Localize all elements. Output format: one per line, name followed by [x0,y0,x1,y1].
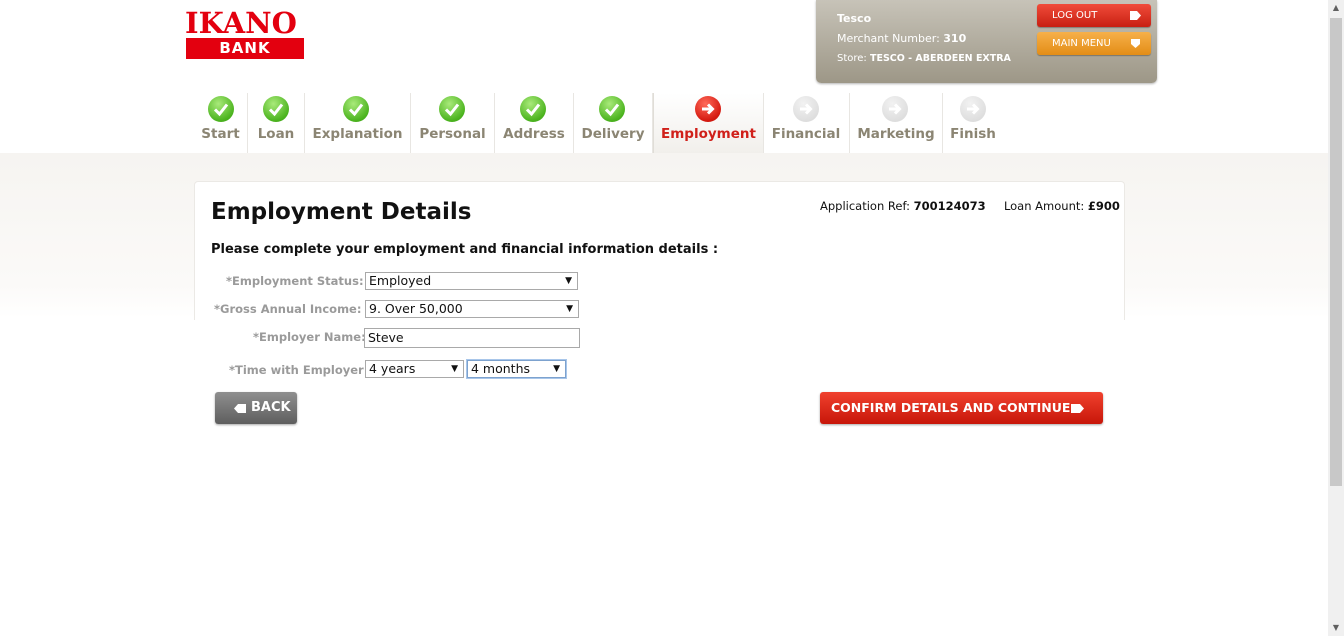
arrow-right-icon [960,96,986,122]
check-icon [208,96,234,122]
time-years-select[interactable]: 4 years ▼ [365,360,464,378]
step-personal: Personal [411,93,495,153]
scroll-down-arrow-icon[interactable]: ▼ [1328,620,1344,636]
step-label: Start [201,126,240,142]
back-label: BACK [251,400,291,415]
loan-amount-value: £900 [1087,199,1120,213]
step-delivery: Delivery [574,93,653,153]
main-menu-label: MAIN MENU [1052,38,1111,49]
check-icon [599,96,625,122]
employment-status-value: Employed [369,273,432,288]
check-icon [439,96,465,122]
merchant-store-value: TESCO - ABERDEEN EXTRA [870,53,1011,64]
step-label: Address [503,126,565,142]
logo-wordmark: IKANO [185,6,297,40]
dropdown-arrow-icon: ▼ [451,364,458,374]
scroll-up-arrow-icon[interactable]: ▲ [1328,0,1344,16]
loan-amount-label: Loan Amount: [1003,199,1085,213]
step-label: Marketing [857,126,935,142]
confirm-label: CONFIRM DETAILS AND CONTINUE [831,400,1071,415]
step-label: Explanation [312,126,403,142]
employment-status-select[interactable]: Employed ▼ [365,272,578,290]
app-ref-label: Application Ref: [820,199,910,213]
step-start: Start [194,93,248,153]
check-icon [343,96,369,122]
step-label: Delivery [581,126,645,142]
merchant-number-label: Merchant Number: [837,32,940,45]
employer-name-label: *Employer Name: [253,330,366,344]
dropdown-arrow-icon: ▼ [565,276,572,286]
logout-label: LOG OUT [1052,10,1098,21]
back-arrow-icon [234,404,246,413]
logo-subtext: BANK [186,38,304,59]
main-menu-button[interactable]: MAIN MENU [1037,32,1151,55]
arrow-right-icon [793,96,819,122]
merchant-name: Tesco [837,12,872,25]
time-with-employer-label: *Time with Employer: [229,363,369,377]
step-loan: Loan [248,93,305,153]
time-months-select[interactable]: 4 months ▼ [467,360,566,378]
step-finish: Finish [943,93,1003,153]
tag-arrow-icon [1130,11,1141,20]
merchant-number-value: 310 [943,32,967,45]
merchant-number: Merchant Number: 310 [837,32,966,45]
step-label: Financial [771,126,841,142]
step-label: Loan [257,126,295,142]
step-address: Address [495,93,574,153]
step-label: Finish [950,126,996,142]
check-icon [263,96,289,122]
merchant-info-box: Tesco Merchant Number: 310 Store: TESCO … [816,0,1157,83]
shield-icon [1131,39,1140,48]
gross-income-select[interactable]: 9. Over 50,000 ▼ [365,300,579,318]
application-summary: Application Ref: 700124073 Loan Amount: … [820,199,1120,213]
arrow-right-icon [882,96,908,122]
employment-status-label: *Employment Status: [226,274,364,288]
dropdown-arrow-icon: ▼ [553,364,560,374]
merchant-store-label: Store: [837,53,867,64]
check-icon [520,96,546,122]
step-explanation: Explanation [305,93,411,153]
confirm-continue-button[interactable]: CONFIRM DETAILS AND CONTINUE [820,392,1103,424]
step-employment: Employment [653,93,764,153]
dropdown-arrow-icon: ▼ [566,304,573,314]
time-months-value: 4 months [471,361,531,376]
gross-income-value: 9. Over 50,000 [369,301,463,316]
logout-button[interactable]: LOG OUT [1037,4,1151,27]
form-instructions: Please complete your employment and fina… [211,242,719,257]
page-title: Employment Details [211,199,472,225]
scrollbar-thumb[interactable] [1330,18,1342,486]
step-financial: Financial [763,93,850,153]
time-years-value: 4 years [369,361,416,376]
arrow-right-icon [695,96,721,122]
step-label: Personal [419,126,486,142]
app-ref-value: 700124073 [913,199,986,213]
back-button[interactable]: BACK [215,392,297,424]
step-label: Employment [661,126,756,142]
step-marketing: Marketing [850,93,943,153]
merchant-store: Store: TESCO - ABERDEEN EXTRA [837,53,1011,64]
employer-name-input[interactable]: Steve [364,328,580,348]
gross-income-label: *Gross Annual Income: [214,302,362,316]
tag-arrow-icon [1071,404,1084,413]
ikano-bank-logo: IKANO BANK [185,8,305,60]
